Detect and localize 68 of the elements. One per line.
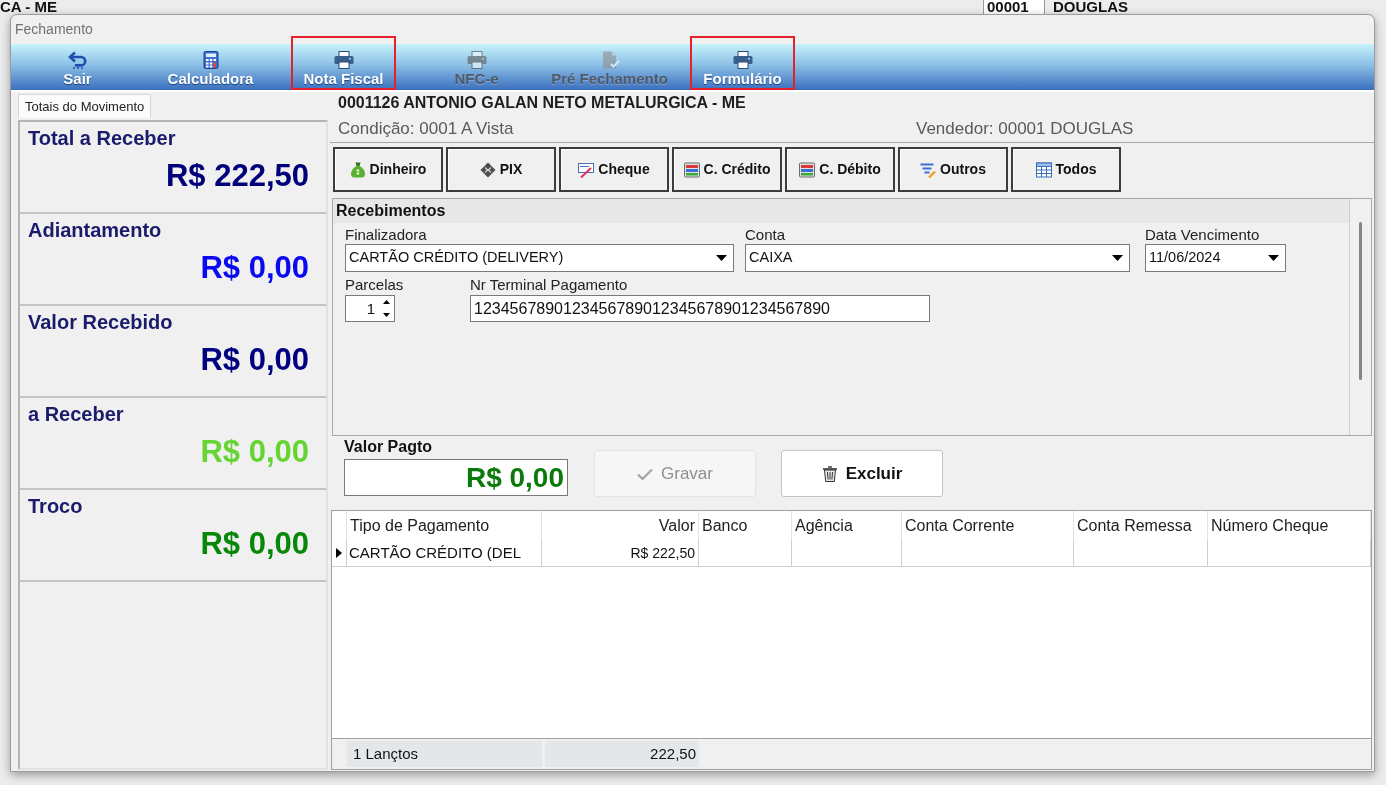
caret-down-icon <box>383 312 390 317</box>
payment-method-button[interactable]: PIX <box>446 147 556 192</box>
caret-down-icon <box>1268 255 1279 261</box>
background-table-cell: 00001 <box>983 0 1045 14</box>
payment-method-button[interactable]: Todos <box>1011 147 1121 192</box>
field-label: Nr Terminal Pagamento <box>470 276 628 294</box>
total-label: a Receber <box>28 402 124 427</box>
tab[interactable]: Totais do Movimento <box>18 94 152 118</box>
calculator-icon <box>200 51 221 69</box>
column-header: Banco <box>699 511 792 540</box>
field-label: Valor Pagto <box>344 437 433 457</box>
diamond-icon <box>479 161 496 178</box>
caret-down-icon <box>716 255 727 261</box>
total-label: Adiantamento <box>28 218 162 243</box>
summary-cell: 1 Lançtos <box>347 741 542 767</box>
section-title: Recebimentos <box>336 201 446 221</box>
payment-method-button[interactable]: C. Crédito <box>672 147 782 192</box>
money-bag-icon <box>349 161 366 178</box>
card-pen-icon <box>578 161 595 178</box>
field-label: Data Vencimento <box>1145 226 1260 244</box>
field-label: Finalizadora <box>345 226 427 244</box>
total-value: R$ 0,00 <box>200 525 309 563</box>
total-value: R$ 0,00 <box>200 249 309 287</box>
caret-up-icon <box>383 300 390 305</box>
window-title: Fechamento <box>15 20 93 39</box>
caret-down-icon <box>1112 255 1123 261</box>
number-spinner[interactable]: 1 <box>345 295 395 322</box>
dropdown-field[interactable]: 11/06/2024 <box>1145 244 1286 272</box>
column-header: Valor <box>542 511 699 540</box>
summary-cell: 222,50 <box>545 741 699 767</box>
table-cell: CARTÃO CRÉDITO (DEL <box>347 540 542 566</box>
card-stack-icon <box>683 161 700 178</box>
background-window-title: CA - ME <box>0 0 57 14</box>
column-header: Agência <box>792 511 902 540</box>
payment-method-button[interactable]: C. Débito <box>785 147 895 192</box>
printer-icon <box>333 51 354 69</box>
printer-icon <box>466 51 487 69</box>
total-label: Valor Recebido <box>28 310 173 335</box>
column-header: Tipo de Pagamento <box>347 511 542 540</box>
background-table-cell: DOUGLAS <box>1053 0 1128 14</box>
dropdown-field[interactable]: CAIXA <box>745 244 1130 272</box>
column-header: Número Cheque <box>1208 511 1371 540</box>
dropdown-field[interactable]: CARTÃO CRÉDITO (DELIVERY) <box>345 244 734 272</box>
total-value: R$ 0,00 <box>200 341 309 379</box>
text-field[interactable]: 1234567890123456789012345678901234567890 <box>470 295 930 322</box>
table-cell: R$ 222,50 <box>542 540 699 566</box>
trash-icon <box>821 465 838 482</box>
customer-name: 0001126 ANTONIO GALAN NETO METALURGICA - ME <box>338 93 746 113</box>
total-value: R$ 0,00 <box>200 433 309 471</box>
field-label: Parcelas <box>345 276 404 294</box>
return-arrow-icon <box>67 51 88 69</box>
amount-field[interactable]: R$ 0,00 <box>344 459 568 496</box>
payment-method-button[interactable]: Dinheiro <box>333 147 443 192</box>
column-header: Conta Remessa <box>1074 511 1208 540</box>
list-pencil-icon <box>920 161 937 178</box>
total-label: Troco <box>28 494 83 519</box>
action-button[interactable]: Excluir <box>781 450 943 497</box>
total-label: Total a Receber <box>28 126 176 151</box>
total-value: R$ 222,50 <box>165 157 309 195</box>
payment-method-button[interactable]: Outros <box>898 147 1008 192</box>
card-stack-icon <box>799 161 816 178</box>
field-label: Conta <box>745 226 786 244</box>
payment-condition: Condição: 0001 A Vista <box>338 119 514 139</box>
payment-method-button[interactable]: Cheque <box>559 147 669 192</box>
column-header: Conta Corrente <box>902 511 1074 540</box>
seller-info: Vendedor: 00001 DOUGLAS <box>916 118 1134 141</box>
table-icon <box>1035 161 1052 178</box>
printer-icon <box>732 51 753 69</box>
